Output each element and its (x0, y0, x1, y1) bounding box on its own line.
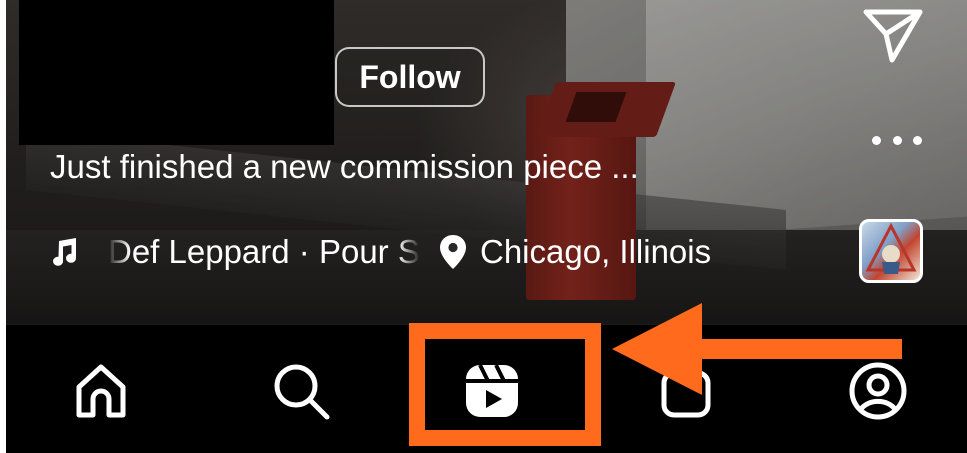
more-options-icon[interactable] (872, 128, 922, 152)
paper-plane-icon[interactable] (862, 6, 924, 64)
reels-highlight-box (409, 323, 601, 446)
reels-screen: Follow Just finished a new commission pi… (6, 0, 967, 453)
redacted-user-info (19, 0, 334, 145)
album-art-thumbnail[interactable] (859, 219, 923, 283)
music-track[interactable]: Def Leppard · Pour Some Sugar On Me (108, 233, 420, 271)
search-icon (274, 364, 330, 420)
location-pin-icon (440, 235, 466, 269)
follow-button[interactable]: Follow (335, 47, 485, 107)
post-caption[interactable]: Just finished a new commission piece ... (50, 148, 639, 186)
music-location-row: Def Leppard · Pour Some Sugar On Me Chic… (50, 230, 711, 274)
location-label[interactable]: Chicago, Illinois (480, 233, 711, 271)
nav-search[interactable] (261, 351, 341, 431)
video-player[interactable]: Follow Just finished a new commission pi… (6, 0, 967, 324)
nav-home[interactable] (61, 351, 141, 431)
home-icon (76, 364, 126, 418)
music-note-icon (53, 238, 77, 266)
pointer-arrow-icon (612, 303, 902, 395)
